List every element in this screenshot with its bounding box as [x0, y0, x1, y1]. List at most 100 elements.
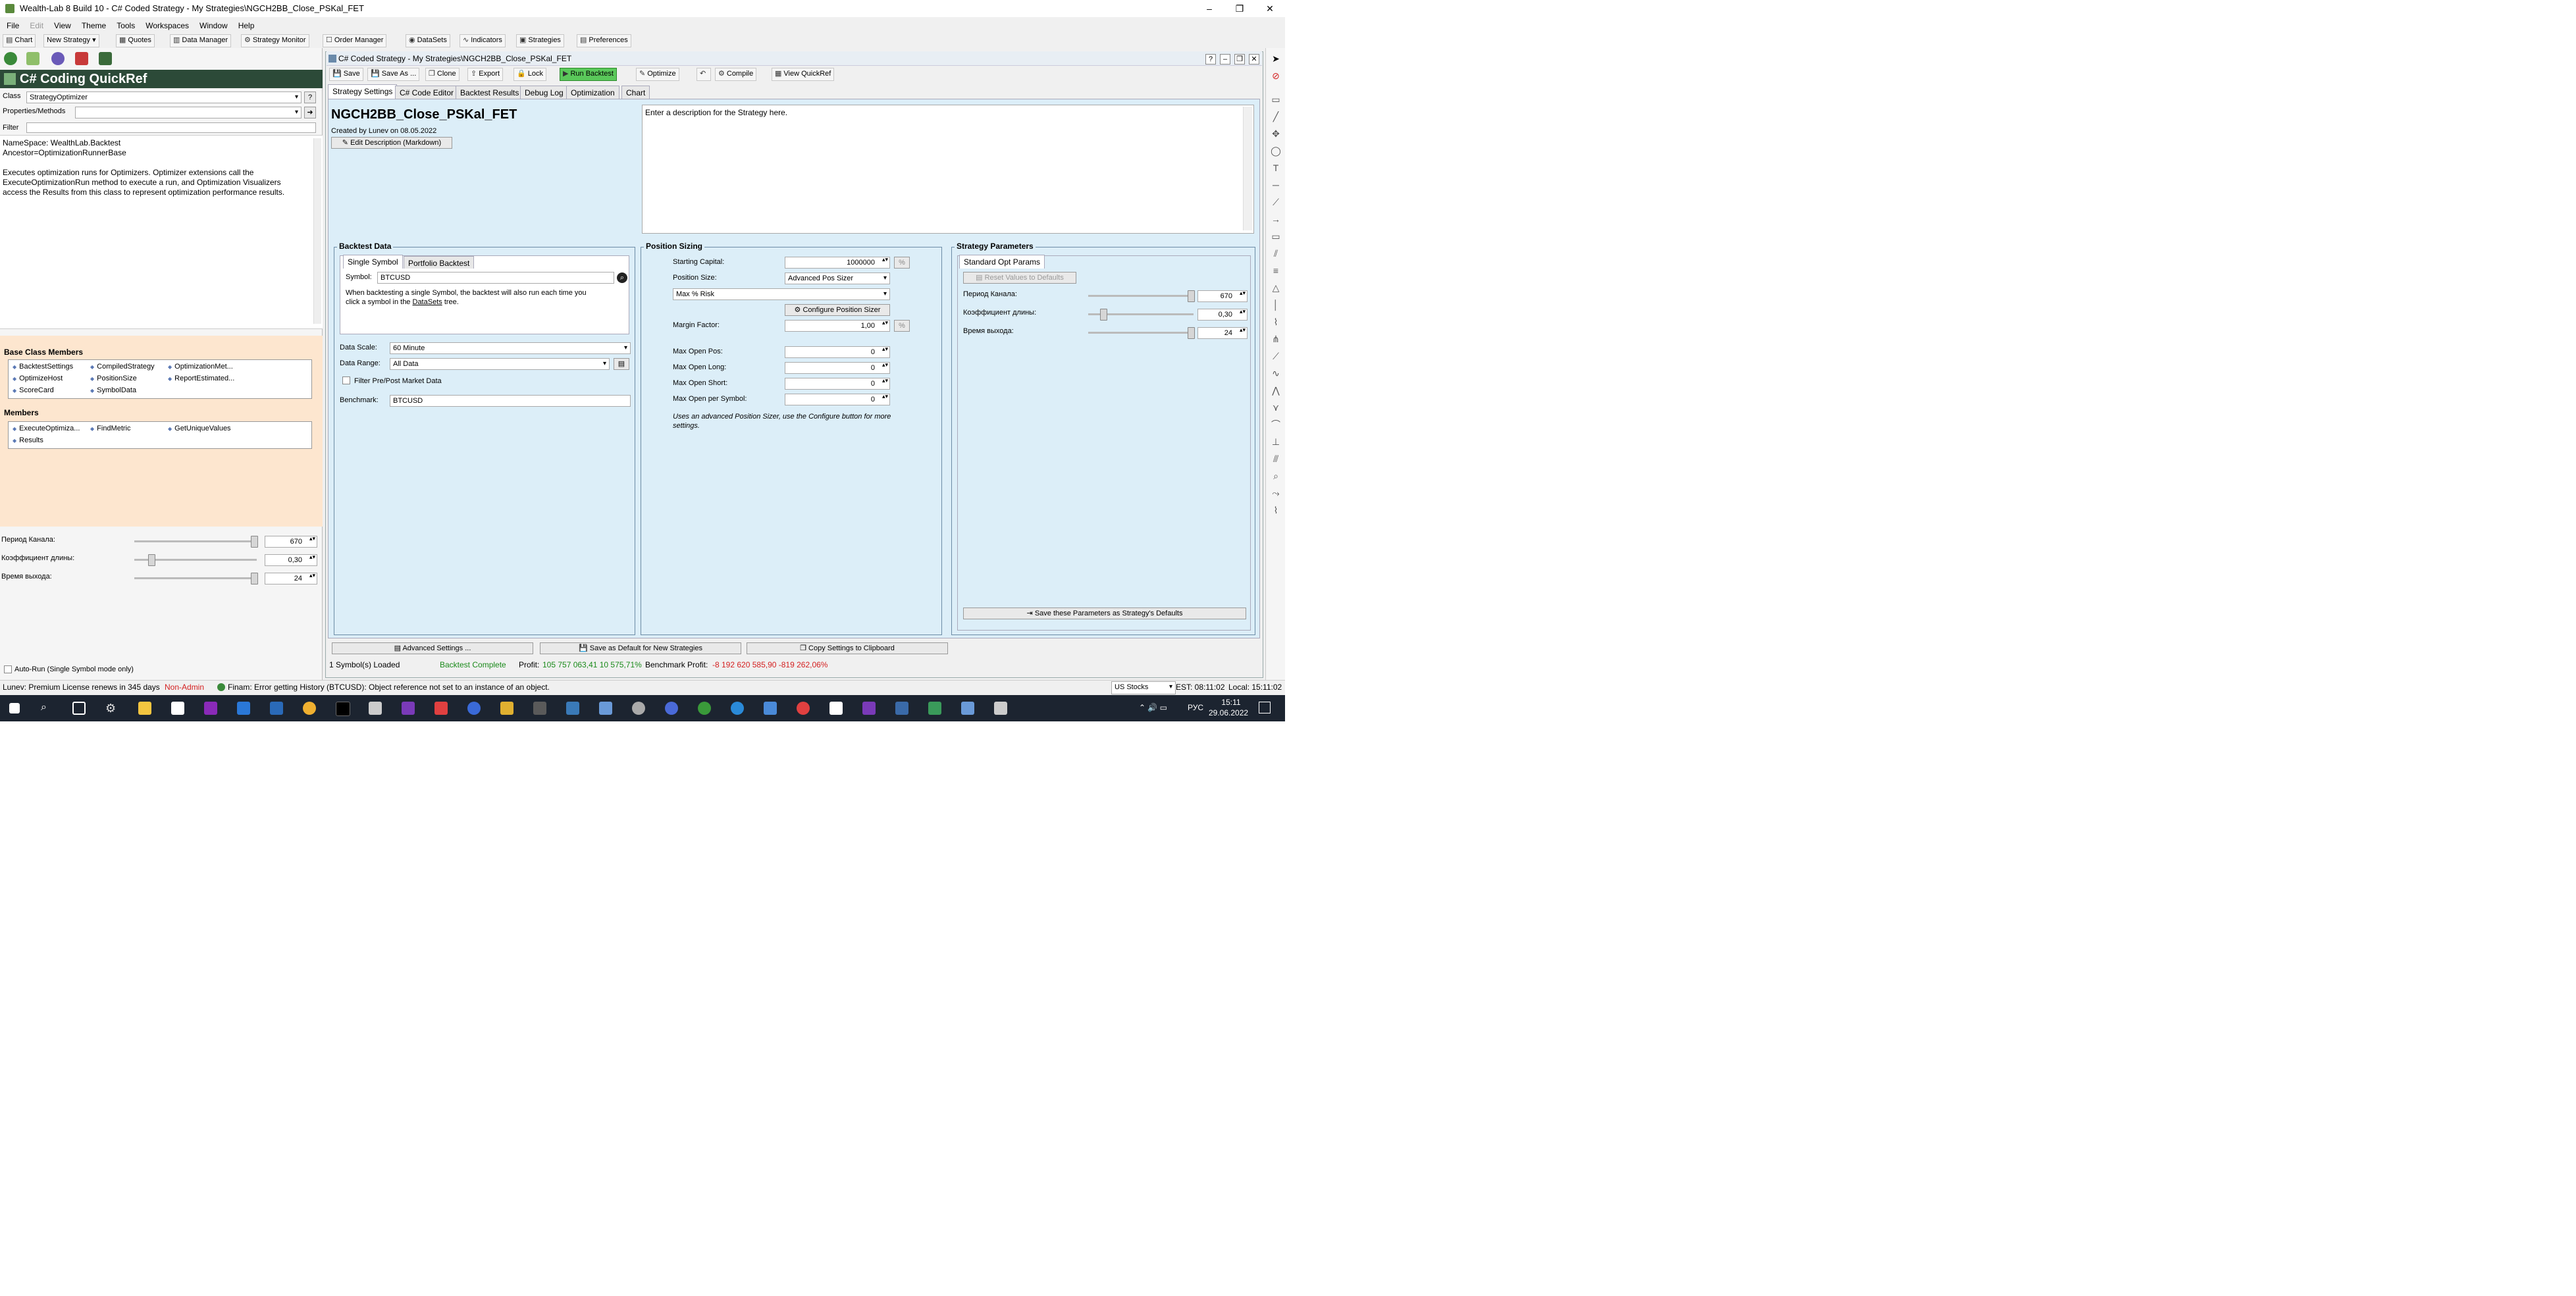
wealthlab-icon[interactable]	[599, 702, 612, 715]
param-slider-thumb[interactable]	[148, 554, 156, 566]
run-backtest-button[interactable]: ▶ Run Backtest	[560, 68, 617, 81]
settings-icon[interactable]: ⚙	[105, 702, 118, 715]
menu-file[interactable]: File	[7, 21, 19, 30]
new-strategy-button[interactable]: New Strategy ▾	[43, 34, 99, 47]
param-slider-thumb[interactable]	[1100, 309, 1108, 321]
datasets-link[interactable]: DataSets	[413, 298, 442, 306]
menu-window[interactable]: Window	[199, 21, 228, 30]
compile-button[interactable]: ⚙ Compile	[715, 68, 757, 81]
benchmark-input[interactable]: BTCUSD	[390, 395, 631, 407]
save-param-defaults-button[interactable]: ⇥ Save these Parameters as Strategy's De…	[963, 608, 1246, 619]
chart-app-icon[interactable]	[566, 702, 579, 715]
member-item[interactable]: CompiledStrategy	[90, 363, 154, 371]
member-item[interactable]: OptimizationMet...	[168, 363, 233, 371]
member-item[interactable]: BacktestSettings	[13, 363, 73, 371]
explorer-icon[interactable]	[138, 702, 151, 715]
description-scrollbar[interactable]	[313, 138, 321, 324]
indicators-button[interactable]: ∿ Indicators	[460, 34, 506, 47]
app2-icon[interactable]	[533, 702, 546, 715]
class-help-button[interactable]: ?	[304, 91, 316, 103]
wave-icon[interactable]: ∿	[1271, 368, 1281, 378]
channel2-icon[interactable]: ⫻	[1271, 454, 1281, 464]
close-button[interactable]: ✕	[1255, 0, 1285, 17]
datasets-button[interactable]: ◉ DataSets	[406, 34, 450, 47]
gear-app-icon[interactable]	[632, 702, 645, 715]
bars-icon[interactable]	[99, 52, 112, 65]
order-manager-button[interactable]: ☐ Order Manager	[323, 34, 387, 47]
autorun-checkbox[interactable]	[4, 665, 12, 673]
pointer-icon[interactable]: ➤	[1271, 53, 1281, 64]
tab-standard-opt-params[interactable]: Standard Opt Params	[959, 255, 1045, 269]
member-item[interactable]: PositionSize	[90, 375, 137, 382]
minimize-button[interactable]: –	[1194, 0, 1224, 17]
triangle-icon[interactable]	[75, 52, 88, 65]
member-item[interactable]: ScoreCard	[13, 386, 54, 394]
export-button[interactable]: ⇪ Export	[467, 68, 504, 81]
lock-button[interactable]: 🔒 Lock	[513, 68, 546, 81]
question-icon[interactable]	[51, 52, 65, 65]
strategies-button[interactable]: ▣ Strategies	[516, 34, 564, 47]
clone-button[interactable]: ❐ Clone	[425, 68, 460, 81]
configure-sizer-button[interactable]: ⚙ Configure Position Sizer	[785, 304, 890, 316]
help-icon[interactable]: ?	[1205, 54, 1216, 65]
max-open-short-input[interactable]: 0	[785, 378, 890, 390]
param-slider[interactable]	[1088, 295, 1194, 297]
fibonacci-icon[interactable]: ≡	[1271, 265, 1281, 276]
param-slider[interactable]	[134, 577, 257, 579]
param-slider-thumb[interactable]	[1188, 327, 1195, 339]
search-icon[interactable]: ⌕	[41, 702, 54, 715]
symbol-search-icon[interactable]: ⌕	[617, 272, 627, 283]
app3-icon[interactable]	[764, 702, 777, 715]
param-value[interactable]: 24	[1197, 327, 1248, 339]
data-range-select[interactable]: All Data	[390, 358, 610, 370]
fan-icon[interactable]: ⋀	[1271, 385, 1281, 396]
app5-icon[interactable]	[895, 702, 908, 715]
triangle-icon[interactable]: △	[1271, 282, 1281, 293]
data-scale-select[interactable]: 60 Minute	[390, 342, 631, 354]
menu-edit[interactable]: Edit	[30, 21, 43, 30]
member-item[interactable]: Results	[13, 436, 43, 444]
chrome2-icon[interactable]	[698, 702, 711, 715]
starting-capital-percent-button[interactable]: %	[894, 257, 910, 269]
optimize-button[interactable]: ✎ Optimize	[636, 68, 679, 81]
market-select[interactable]: US Stocks	[1111, 681, 1176, 694]
word-icon[interactable]	[270, 702, 283, 715]
data-range-options-button[interactable]: ▤	[614, 358, 629, 370]
max-open-long-input[interactable]: 0	[785, 362, 890, 374]
tab-single-symbol[interactable]: Single Symbol	[343, 255, 403, 269]
exchange-icon[interactable]	[500, 702, 513, 715]
tab-strategy-settings[interactable]: Strategy Settings	[328, 84, 398, 100]
hline-icon[interactable]: ─	[1271, 180, 1281, 190]
margin-factor-input[interactable]: 1,00	[785, 320, 890, 332]
notification-icon[interactable]	[1259, 702, 1271, 713]
member-item[interactable]: ExecuteOptimiza...	[13, 425, 80, 432]
media-icon[interactable]	[434, 702, 448, 715]
quotes-button[interactable]: ▦ Quotes	[116, 34, 155, 47]
data-manager-button[interactable]: ▥ Data Manager	[170, 34, 232, 47]
skype-icon[interactable]	[731, 702, 744, 715]
menu-workspaces[interactable]: Workspaces	[145, 21, 189, 30]
erase-icon[interactable]: ▭	[1271, 94, 1281, 105]
arrow-icon[interactable]: →	[1271, 214, 1281, 224]
tab-code-editor[interactable]: C# Code Editor	[395, 86, 459, 99]
doc-minimize-button[interactable]: –	[1220, 54, 1230, 65]
description-textarea[interactable]: Enter a description for the Strategy her…	[642, 105, 1254, 234]
zigzag-icon[interactable]: ⋎	[1271, 402, 1281, 413]
description-textarea-scrollbar[interactable]	[1243, 107, 1252, 230]
menu-theme[interactable]: Theme	[82, 21, 106, 30]
save-as-button[interactable]: 💾 Save As ...	[367, 68, 420, 81]
member-item[interactable]: GetUniqueValues	[168, 425, 230, 432]
task-view-icon[interactable]	[72, 702, 86, 715]
param-slider[interactable]	[1088, 332, 1194, 334]
chrome-icon[interactable]	[467, 702, 481, 715]
app7-icon[interactable]	[994, 702, 1007, 715]
doc-close-button[interactable]: ✕	[1249, 54, 1259, 65]
menu-tools[interactable]: Tools	[117, 21, 135, 30]
max-open-pos-input[interactable]: 0	[785, 346, 890, 358]
member-item[interactable]: SymbolData	[90, 386, 136, 394]
no-draw-icon[interactable]: ⊘	[1271, 70, 1281, 81]
doc-maximize-button[interactable]: ❐	[1234, 54, 1245, 65]
tab-backtest-results[interactable]: Backtest Results	[456, 86, 524, 99]
ellipse-icon[interactable]: ◯	[1271, 145, 1281, 156]
trendline-icon[interactable]: ╱	[1271, 111, 1281, 122]
